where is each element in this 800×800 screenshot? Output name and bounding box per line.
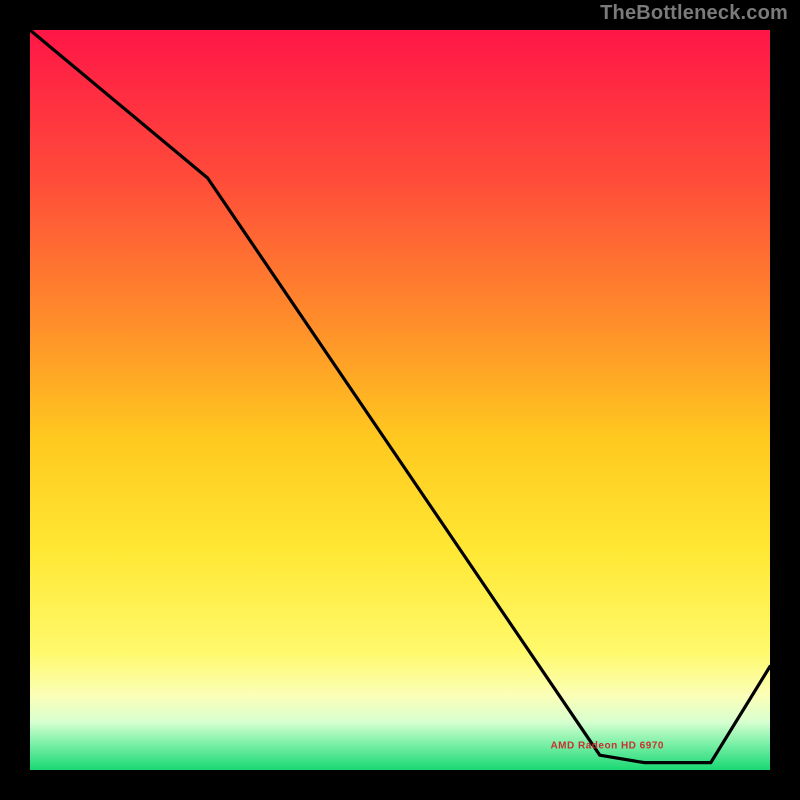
chart-svg bbox=[30, 30, 770, 770]
recommended-band-label: AMD Radeon HD 6970 bbox=[550, 740, 663, 751]
chart-frame: TheBottleneck.com AMD Radeon HD 6970 bbox=[0, 0, 800, 800]
watermark-text: TheBottleneck.com bbox=[600, 2, 788, 25]
gradient-background bbox=[30, 30, 770, 770]
plot-area: AMD Radeon HD 6970 bbox=[30, 30, 770, 770]
